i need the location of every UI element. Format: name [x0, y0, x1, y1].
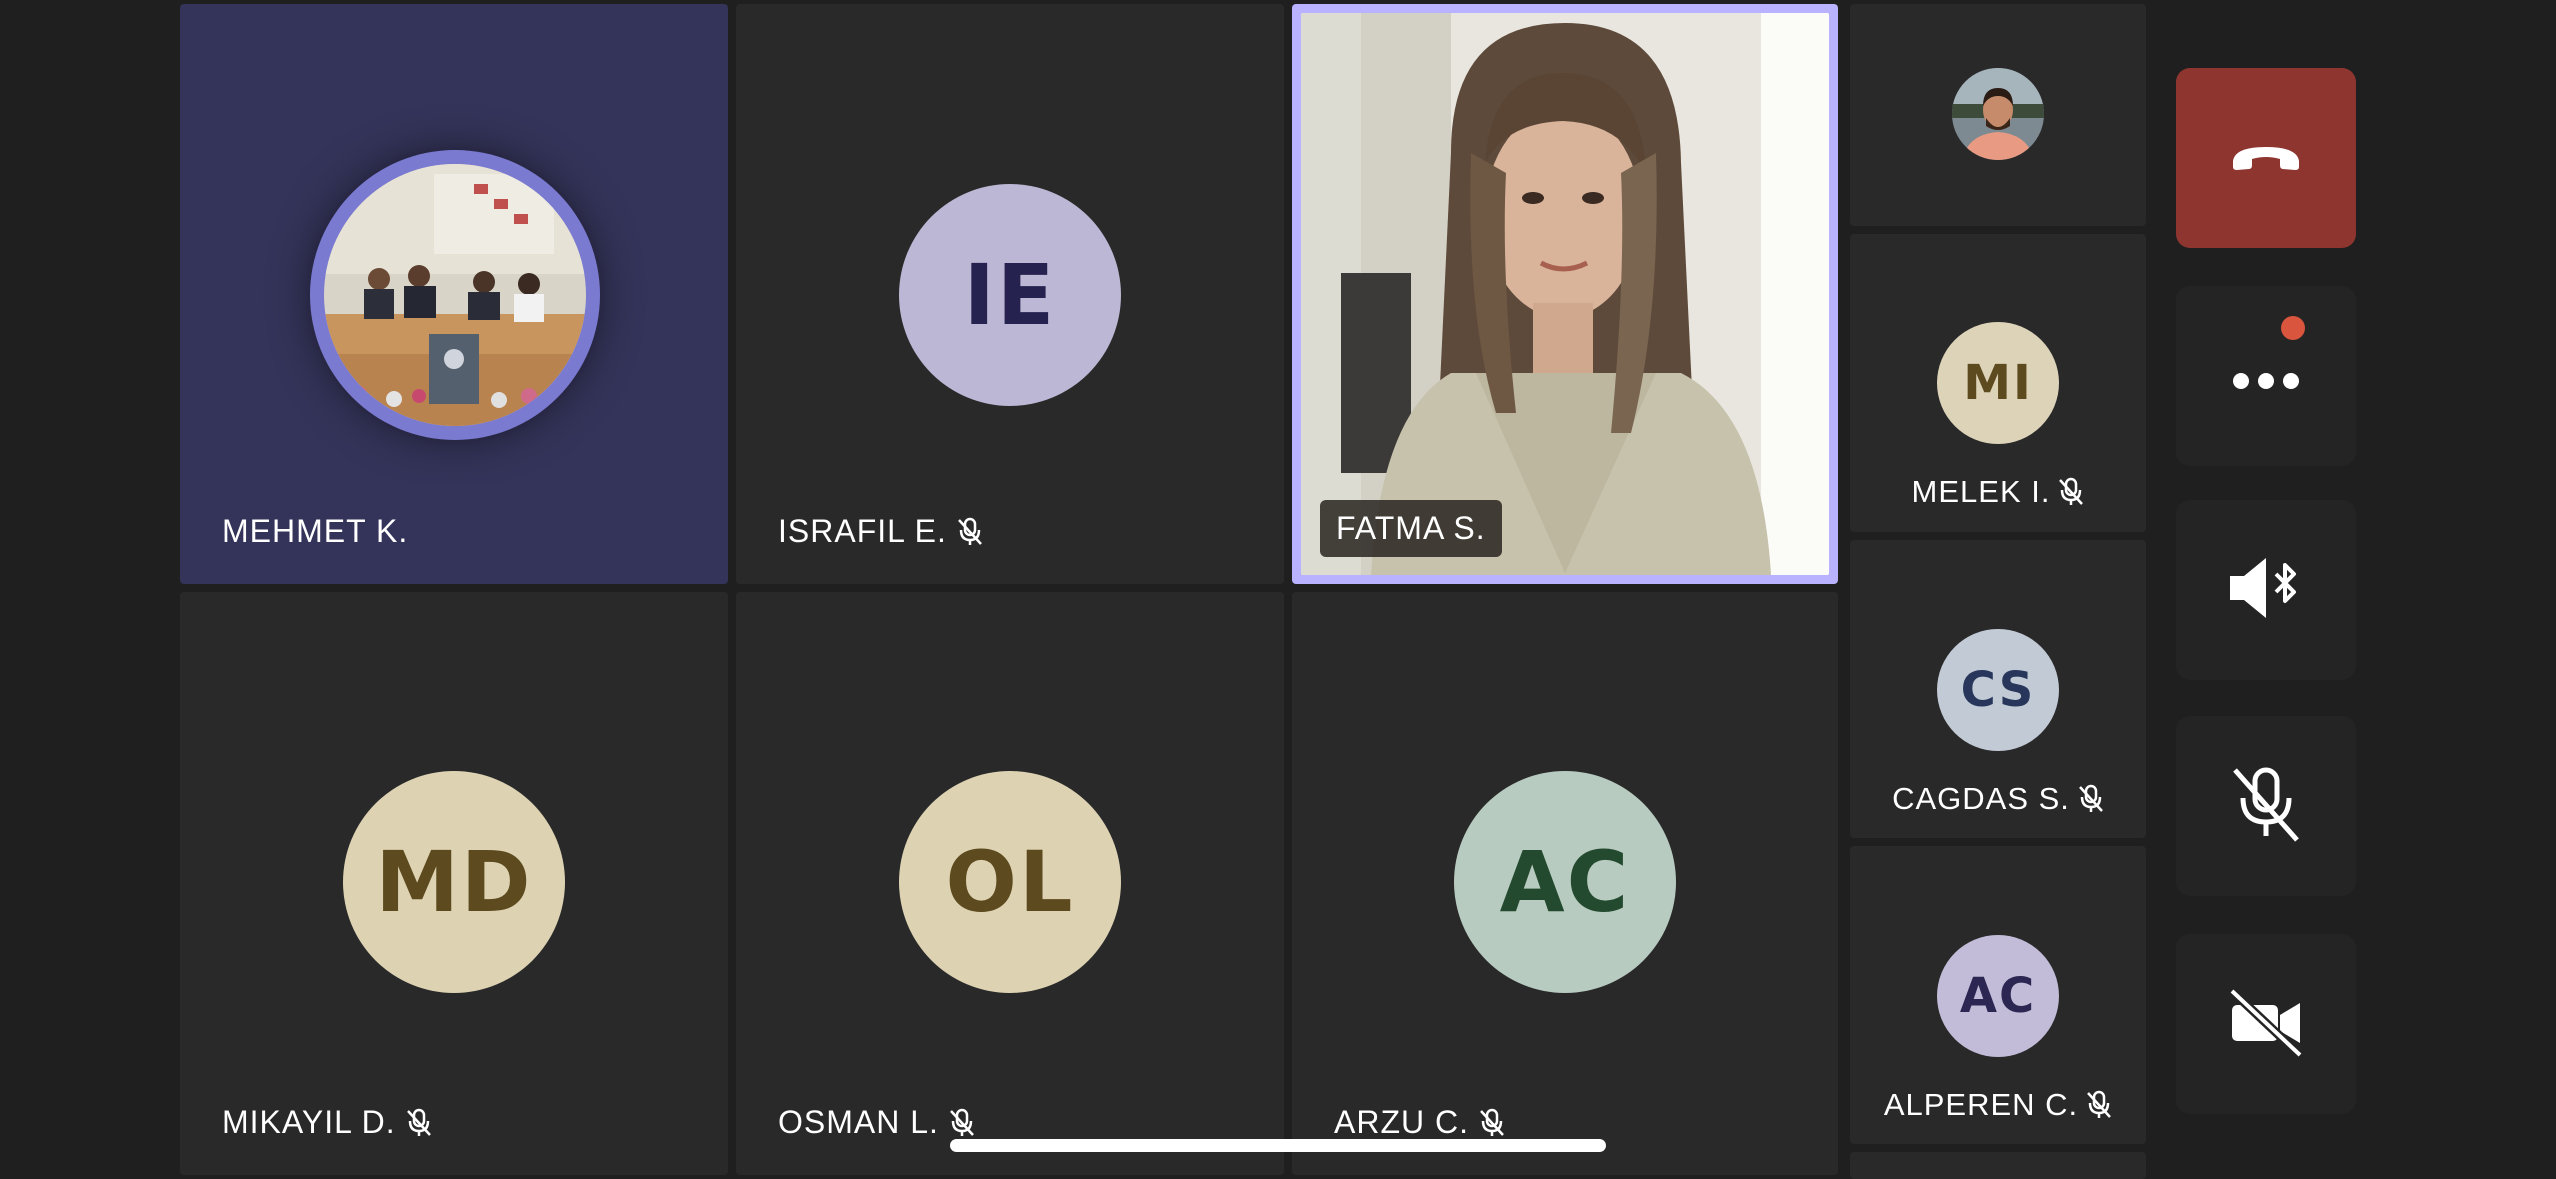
bluetooth-speaker-icon [2228, 556, 2304, 625]
camera-off-icon [2228, 987, 2304, 1062]
more-options-button[interactable] [2176, 286, 2356, 466]
avatar-initials-text: OL [945, 833, 1075, 931]
mic-off-icon [2078, 783, 2104, 815]
participant-tile-osman[interactable]: OL OSMAN L. [736, 592, 1284, 1175]
participant-name: ARZU C. [1334, 1104, 1505, 1141]
participant-tile-alperen[interactable]: AC ALPEREN C. [1850, 846, 2146, 1144]
avatar-initials-text: MI [1963, 355, 2033, 411]
participant-tile-cagdas[interactable]: CS CAGDAS S. [1850, 540, 2146, 838]
participant-tile-mikayil[interactable]: MD MIKAYIL D. [180, 592, 728, 1175]
avatar-initials: OL [899, 771, 1121, 993]
side-strip-peek [1850, 1152, 2146, 1179]
participant-name: MIKAYIL D. [222, 1104, 432, 1141]
participant-name: OSMAN L. [778, 1104, 975, 1141]
avatar [1952, 68, 2044, 160]
avatar-initials-text: AC [1959, 968, 2037, 1024]
participant-video: FATMA S. [1301, 13, 1829, 575]
participant-name: MEHMET K. [222, 513, 408, 550]
mute-button[interactable] [2176, 716, 2356, 896]
avatar-initials-text: CS [1960, 662, 2036, 718]
mic-off-icon [957, 516, 983, 548]
camera-toggle-button[interactable] [2176, 934, 2356, 1114]
participant-tile-israfil[interactable]: IE ISRAFIL E. [736, 4, 1284, 584]
participant-name-label: MIKAYIL D. [222, 1104, 396, 1140]
participant-name-label: OSMAN L. [778, 1104, 939, 1140]
participant-name-label: MEHMET K. [222, 513, 409, 549]
mic-off-icon [406, 1107, 432, 1139]
mic-off-icon [1479, 1107, 1505, 1139]
phone-hangup-icon [2229, 139, 2303, 178]
mic-off-icon [2086, 1089, 2112, 1121]
mic-off-icon [949, 1107, 975, 1139]
home-indicator[interactable] [950, 1139, 1606, 1152]
participant-tile-melek[interactable]: MI MELEK I. [1850, 234, 2146, 532]
participant-name-label: CAGDAS S. [1892, 781, 2070, 816]
notification-badge [2281, 316, 2305, 340]
participant-tile-fatma[interactable]: FATMA S. [1292, 4, 1838, 584]
avatar-initials: AC [1454, 771, 1676, 993]
participant-name: MELEK I. [1850, 474, 2146, 510]
avatar-initials: MI [1937, 322, 2059, 444]
hang-up-button[interactable] [2176, 68, 2356, 248]
participant-name-label: MELEK I. [1911, 474, 2051, 509]
participant-name: ISRAFIL E. [778, 513, 983, 550]
participant-tile-mehmet[interactable]: MEHMET K. [180, 4, 728, 584]
avatar-initials: IE [899, 184, 1121, 406]
avatar-initials-text: AC [1499, 833, 1631, 931]
self-view-tile[interactable] [1850, 4, 2146, 226]
avatar-initials: CS [1937, 629, 2059, 751]
participant-name: CAGDAS S. [1850, 781, 2146, 817]
audio-output-button[interactable] [2176, 500, 2356, 680]
participant-name: FATMA S. [1320, 500, 1502, 557]
avatar-photo [324, 164, 586, 426]
more-dots-icon [2231, 316, 2305, 396]
avatar-initials-text: IE [963, 246, 1057, 344]
participant-name-label: FATMA S. [1320, 500, 1502, 557]
participant-tile-arzu[interactable]: AC ARZU C. [1292, 592, 1838, 1175]
participant-name: ALPEREN C. [1850, 1087, 2146, 1123]
avatar-initials: MD [343, 771, 565, 993]
participant-name-label: ARZU C. [1334, 1104, 1469, 1140]
mic-off-icon [2058, 476, 2084, 508]
participant-name-label: ALPEREN C. [1883, 1087, 2079, 1122]
participant-name-label: ISRAFIL E. [778, 513, 947, 549]
avatar-initials-text: MD [375, 833, 533, 931]
mic-off-icon [2231, 764, 2301, 849]
avatar-initials: AC [1937, 935, 2059, 1057]
